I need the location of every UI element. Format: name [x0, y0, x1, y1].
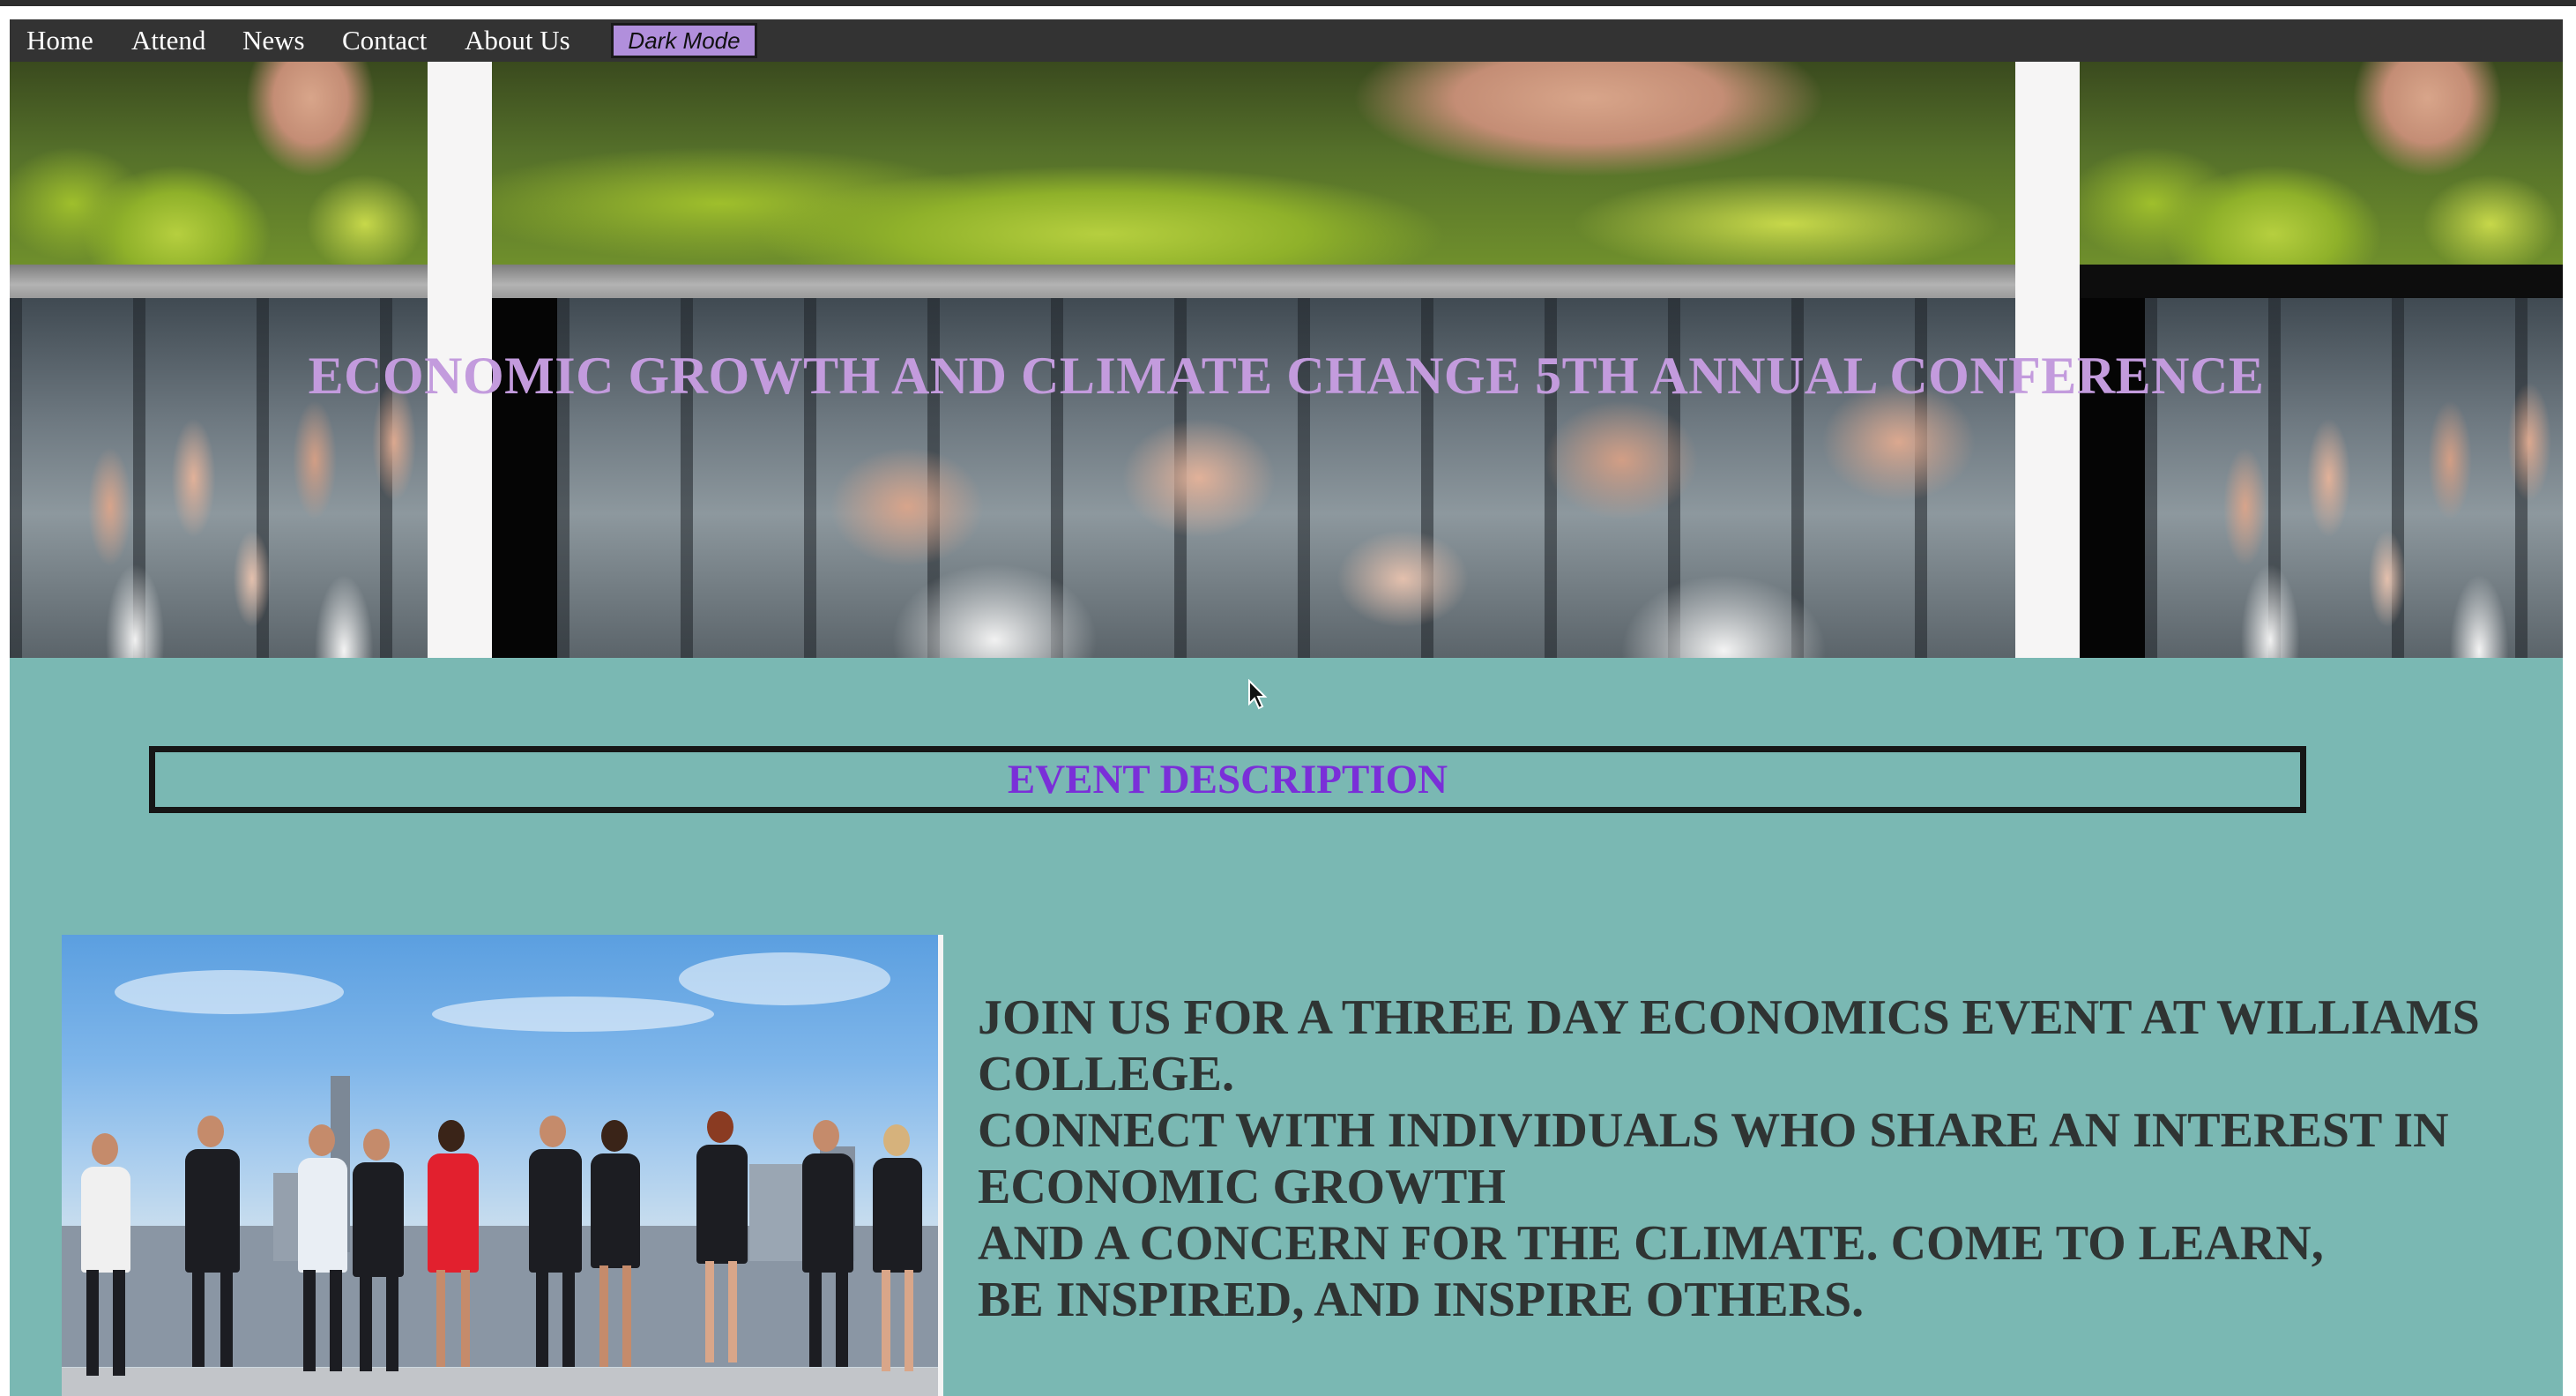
event-description-line: CONNECT WITH INDIVIDUALS WHO SHARE AN IN…	[978, 1103, 2449, 1214]
dark-mode-button[interactable]: Dark Mode	[611, 23, 757, 58]
nav-news-link[interactable]: News	[242, 19, 305, 62]
event-description-line: BE INSPIRED, AND INSPIRE OTHERS.	[978, 1273, 1865, 1327]
event-description-heading: EVENT DESCRIPTION	[1007, 757, 1448, 803]
hero-strip-right	[2080, 265, 2563, 298]
event-description-box: EVENT DESCRIPTION	[149, 746, 2306, 813]
hero-greenery-image-right	[2080, 62, 2563, 265]
business-people-walking-photo	[62, 935, 943, 1396]
hero-banner: ECONOMIC GROWTH AND CLIMATE CHANGE 5TH A…	[10, 62, 2563, 658]
hero-strip-center	[492, 265, 2015, 298]
event-description-line: AND A CONCERN FOR THE CLIMATE. COME TO L…	[978, 1216, 2324, 1271]
hero-greenery-image-center	[492, 62, 2015, 265]
nav-contact-link[interactable]: Contact	[342, 19, 427, 62]
hero-greenery-image-left	[10, 62, 428, 265]
window-top-edge	[0, 0, 2576, 6]
pointer-cursor-icon	[1248, 679, 1268, 710]
hero-title: ECONOMIC GROWTH AND CLIMATE CHANGE 5TH A…	[308, 347, 2265, 405]
hero-strip-left	[10, 265, 428, 298]
nav-about-us-link[interactable]: About Us	[465, 19, 570, 62]
event-description-text: JOIN US FOR A THREE DAY ECONOMICS EVENT …	[978, 989, 2547, 1328]
top-navbar: Home Attend News Contact About Us Dark M…	[10, 19, 2563, 62]
event-description-line: JOIN US FOR A THREE DAY ECONOMICS EVENT …	[978, 990, 2480, 1101]
nav-attend-link[interactable]: Attend	[131, 19, 205, 62]
nav-home-link[interactable]: Home	[26, 19, 93, 62]
page: Home Attend News Contact About Us Dark M…	[10, 19, 2563, 1396]
